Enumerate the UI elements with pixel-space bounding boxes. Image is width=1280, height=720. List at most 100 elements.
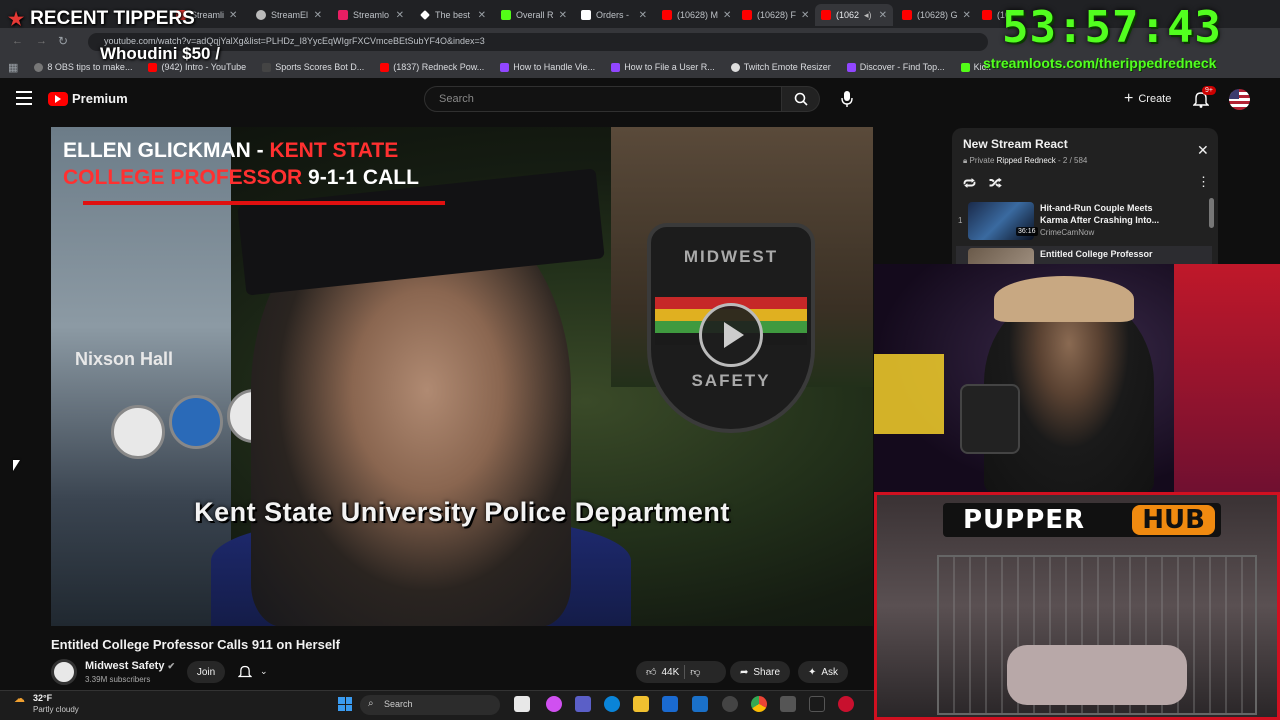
terminal-icon[interactable] bbox=[809, 696, 825, 712]
neon-sign bbox=[874, 354, 944, 434]
wheelchair-icon bbox=[169, 395, 223, 449]
play-logo-icon bbox=[48, 91, 68, 106]
playlist-item[interactable]: 1 36:16 Hit-and-Run Couple Meets Karma A… bbox=[956, 200, 1212, 244]
create-button[interactable]: + Create bbox=[1124, 90, 1171, 108]
bookmark[interactable]: Sports Scores Bot D... bbox=[262, 62, 364, 72]
dislike-icon[interactable]: 👎︎ bbox=[690, 666, 700, 678]
close-icon[interactable]: ✕ bbox=[229, 10, 237, 21]
browser-tab[interactable]: (10628) F ✕ bbox=[736, 4, 814, 26]
search-button[interactable] bbox=[782, 86, 820, 112]
close-icon[interactable]: ✕ bbox=[478, 10, 486, 21]
tippers-title: RECENT TIPPERS bbox=[30, 8, 195, 29]
bookmark[interactable]: Twitch Emote Resizer bbox=[730, 62, 831, 72]
apps-icon[interactable]: ▦ bbox=[8, 61, 18, 74]
scrollbar-thumb[interactable] bbox=[1209, 198, 1214, 228]
verified-icon: ✔ bbox=[167, 661, 176, 671]
automatic-door-sign bbox=[111, 405, 165, 459]
chrome-icon[interactable] bbox=[751, 696, 767, 712]
more-icon[interactable]: ⋮ bbox=[1197, 174, 1210, 190]
browser-tab[interactable]: Overall R ✕ bbox=[495, 4, 573, 26]
close-icon[interactable]: ✕ bbox=[314, 10, 322, 21]
shuffle-icon[interactable]: 🔀︎ bbox=[989, 174, 1002, 193]
recent-tippers-banner: ★ RECENT TIPPERS bbox=[0, 2, 200, 36]
forward-icon[interactable]: → bbox=[36, 35, 47, 47]
task-view-icon[interactable] bbox=[514, 696, 530, 712]
edge-icon[interactable] bbox=[604, 696, 620, 712]
search-input[interactable]: Search bbox=[424, 86, 782, 112]
teams-icon[interactable] bbox=[575, 696, 591, 712]
close-icon[interactable]: ✕ bbox=[1197, 142, 1209, 159]
tab-label: (10628) F bbox=[757, 10, 797, 20]
channel-name[interactable]: Midwest Safety ✔ bbox=[85, 660, 175, 672]
notification-bell-button[interactable]: ⌄ bbox=[238, 664, 268, 679]
plus-icon: + bbox=[1124, 90, 1134, 107]
play-button[interactable] bbox=[699, 303, 763, 367]
sparkle-icon: ✦ bbox=[808, 666, 817, 678]
bookmark-label: Twitch Emote Resizer bbox=[743, 62, 831, 72]
file-explorer-icon[interactable] bbox=[633, 696, 649, 712]
bookmark[interactable]: Discover - Find Top... bbox=[846, 62, 945, 72]
playlist-item-title: Hit-and-Run Couple Meets Karma After Cra… bbox=[1040, 203, 1160, 225]
share-button[interactable]: ➦ Share bbox=[730, 661, 791, 683]
subscriber-count: 3.39M subscribers bbox=[85, 675, 151, 684]
pupper-hub-logo: PUPPER HUB bbox=[943, 503, 1221, 537]
browser-tab[interactable]: (10628) M ✕ bbox=[656, 4, 734, 26]
close-icon[interactable]: ✕ bbox=[723, 10, 731, 21]
close-icon[interactable]: ✕ bbox=[879, 10, 887, 21]
playlist-title[interactable]: New Stream React bbox=[963, 137, 1068, 151]
close-icon[interactable]: ✕ bbox=[559, 10, 567, 21]
dog-cam-overlay: PUPPER HUB bbox=[874, 492, 1280, 720]
loop-icon[interactable]: 🔁︎ bbox=[963, 174, 976, 193]
browser-tab[interactable]: Orders - ✕ bbox=[575, 4, 653, 26]
tab-label: (10628) G bbox=[917, 10, 958, 20]
video-title: Entitled College Professor Calls 911 on … bbox=[51, 637, 340, 652]
bookmark[interactable]: How to Handle Vie... bbox=[500, 62, 595, 72]
menu-icon[interactable] bbox=[16, 91, 32, 105]
close-icon[interactable]: ✕ bbox=[963, 10, 971, 21]
outlook-icon[interactable] bbox=[692, 696, 708, 712]
headline-call: 9-1-1 CALL bbox=[308, 166, 419, 189]
headline-school: KENT STATE bbox=[269, 139, 399, 162]
close-icon[interactable]: ✕ bbox=[396, 10, 404, 21]
microphone bbox=[960, 384, 1020, 454]
notifications-button[interactable]: 9+ bbox=[1192, 86, 1216, 113]
back-icon[interactable]: ← bbox=[12, 35, 23, 47]
reload-icon[interactable]: ↻ bbox=[58, 34, 68, 48]
playlist-privacy: Private bbox=[969, 156, 995, 165]
url-field[interactable]: youtube.com/watch?v=adQqjYalXg&list=PLHD… bbox=[88, 33, 988, 51]
obs-icon[interactable] bbox=[722, 696, 738, 712]
browser-tab[interactable]: (10628) G ✕ bbox=[896, 4, 974, 26]
microphone-icon bbox=[841, 91, 853, 107]
avatar[interactable] bbox=[1229, 89, 1250, 110]
app-icon[interactable] bbox=[838, 696, 854, 712]
mic-button[interactable] bbox=[840, 90, 854, 113]
store-icon[interactable] bbox=[662, 696, 678, 712]
browser-tab[interactable]: Streamlo ✕ bbox=[332, 4, 410, 26]
browser-tab-active[interactable]: (1062 ◂) ✕ bbox=[815, 4, 893, 26]
bookmark[interactable]: (1837) Redneck Pow... bbox=[380, 62, 484, 72]
mouse-cursor-icon bbox=[13, 460, 20, 471]
app-icon[interactable] bbox=[780, 696, 796, 712]
copilot-icon[interactable] bbox=[546, 696, 562, 712]
taskbar-search[interactable]: ⌕ Search bbox=[360, 695, 500, 715]
playlist-position: 2 / 584 bbox=[1062, 156, 1088, 165]
bookmark[interactable]: How to File a User R... bbox=[611, 62, 715, 72]
browser-tab[interactable]: StreamEl ✕ bbox=[250, 4, 328, 26]
playlist-owner[interactable]: Ripped Redneck bbox=[997, 156, 1056, 165]
browser-tab[interactable]: The best ✕ bbox=[414, 4, 492, 26]
speaker-icon[interactable]: ◂) bbox=[864, 10, 872, 21]
search-placeholder: Search bbox=[439, 93, 474, 105]
create-label: Create bbox=[1138, 93, 1172, 105]
channel-avatar[interactable] bbox=[51, 659, 77, 685]
close-icon[interactable]: ✕ bbox=[801, 10, 809, 21]
ask-button[interactable]: ✦ Ask bbox=[798, 661, 849, 683]
youtube-logo[interactable]: Premium bbox=[48, 91, 128, 106]
windows-start-icon[interactable] bbox=[338, 697, 352, 711]
close-icon[interactable]: ✕ bbox=[639, 10, 647, 21]
join-button[interactable]: Join bbox=[187, 661, 225, 683]
weather-icon[interactable]: ☁︎ bbox=[14, 692, 25, 705]
video-player[interactable]: Nixson Hall MIDWEST SAFETY ELLEN GLICKMA… bbox=[51, 127, 873, 626]
bell-icon bbox=[238, 665, 252, 678]
tab-label: Overall R bbox=[516, 10, 554, 20]
like-button[interactable]: 👍︎ 44K bbox=[646, 666, 679, 679]
